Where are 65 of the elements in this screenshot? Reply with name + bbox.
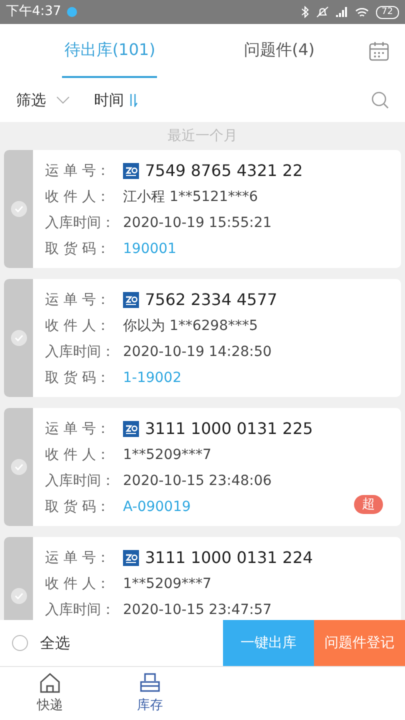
field-label: 运 单 号： (45, 420, 111, 438)
field-label: 入库时间： (45, 214, 116, 232)
select-strip[interactable] (4, 537, 33, 620)
courier-logo-icon (123, 163, 139, 179)
field-value: 2020-10-15 23:48:06 (123, 472, 272, 490)
field-label: 收 件 人： (45, 316, 111, 336)
field-value: 3111 1000 0131 224 (145, 547, 313, 569)
field-value: 190001 (123, 240, 176, 258)
check-circle-icon (10, 330, 26, 346)
field-value: 7562 2334 4577 (145, 289, 278, 311)
wifi-icon (354, 6, 369, 18)
field-label: 收 件 人： (45, 446, 111, 464)
shipment-card[interactable]: 运 单 号： 7549 8765 4321 22 收 件 人： 江小程 1**5121***6 入库时间： 2020-10-19 15:55:21 取 货 码： 190001 (4, 150, 401, 268)
status-time: 下午4:37 (6, 3, 62, 22)
field-value: 2020-10-15 23:47:57 (123, 600, 272, 620)
field-label: 取 货 码： (45, 368, 111, 388)
field-label: 收 件 人： (45, 188, 111, 206)
sort-icon (128, 93, 138, 107)
check-circle-icon (10, 588, 26, 604)
field-value: 江小程 1**5121***6 (123, 188, 258, 206)
field-value: 1-19002 (123, 368, 182, 388)
bluetooth-icon (300, 6, 309, 18)
courier-logo-icon (123, 421, 139, 437)
nav-tab[interactable]: 快递 (0, 667, 100, 720)
field-label: 运 单 号： (45, 162, 111, 180)
shipment-card[interactable]: 运 单 号： 3111 1000 0131 225 收 件 人： 1**5209***7 入库时间： 2020-10-15 23:48:06 取 货 码： A-090019 超 (4, 408, 401, 526)
field-value: 你以为 1**6298***5 (123, 316, 258, 336)
field-label: 取 货 码： (45, 240, 111, 258)
shipment-card[interactable]: 运 单 号： 3111 1000 0131 224 收 件 人： 1**5209***7 入库时间： 2020-10-15 23:47:57 (4, 537, 401, 620)
tab[interactable]: 问题件(4) (242, 24, 317, 78)
muted-bell-icon (316, 6, 329, 18)
field-label: 入库时间： (45, 600, 116, 620)
field-value: 3111 1000 0131 225 (145, 418, 313, 440)
field-label: 运 单 号： (45, 290, 111, 310)
field-value: 2020-10-19 14:28:50 (123, 342, 272, 362)
field-label: 入库时间： (45, 472, 116, 490)
check-circle-icon (10, 201, 26, 217)
sort-button[interactable]: 时间 (94, 88, 138, 112)
search-icon[interactable] (371, 91, 389, 109)
field-label: 收 件 人： (45, 574, 111, 594)
courier-logo-icon (123, 292, 139, 308)
battery-indicator: 72 (376, 6, 399, 18)
select-strip[interactable] (4, 150, 33, 268)
select-strip[interactable] (4, 279, 33, 397)
signal-icon (336, 7, 348, 17)
filter-dropdown[interactable]: 筛选 (16, 88, 70, 112)
select-all-checkbox[interactable]: 全选 (0, 620, 223, 666)
printer-icon (139, 672, 161, 694)
home-icon (39, 672, 61, 694)
nav-tab[interactable]: 库存 (100, 667, 200, 720)
field-value: 1**5209***7 (123, 574, 212, 594)
shipment-card[interactable]: 运 单 号： 7562 2334 4577 收 件 人： 你以为 1**6298***5 入库时间： 2020-10-19 14:28:50 取 货 码： 1-19002 (4, 279, 401, 397)
field-label: 运 单 号： (45, 548, 111, 568)
field-label: 取 货 码： (45, 498, 111, 516)
overdue-badge: 超 (354, 495, 383, 514)
courier-logo-icon (123, 550, 139, 566)
field-value: 2020-10-19 15:55:21 (123, 214, 272, 232)
chevron-down-icon (56, 96, 70, 104)
field-label: 入库时间： (45, 342, 116, 362)
calendar-icon[interactable] (369, 41, 389, 61)
check-circle-icon (10, 459, 26, 475)
field-value: 1**5209***7 (123, 446, 212, 464)
field-value: 7549 8765 4321 22 (145, 160, 303, 182)
select-strip[interactable] (4, 408, 33, 526)
field-value: A-090019 (123, 498, 191, 516)
